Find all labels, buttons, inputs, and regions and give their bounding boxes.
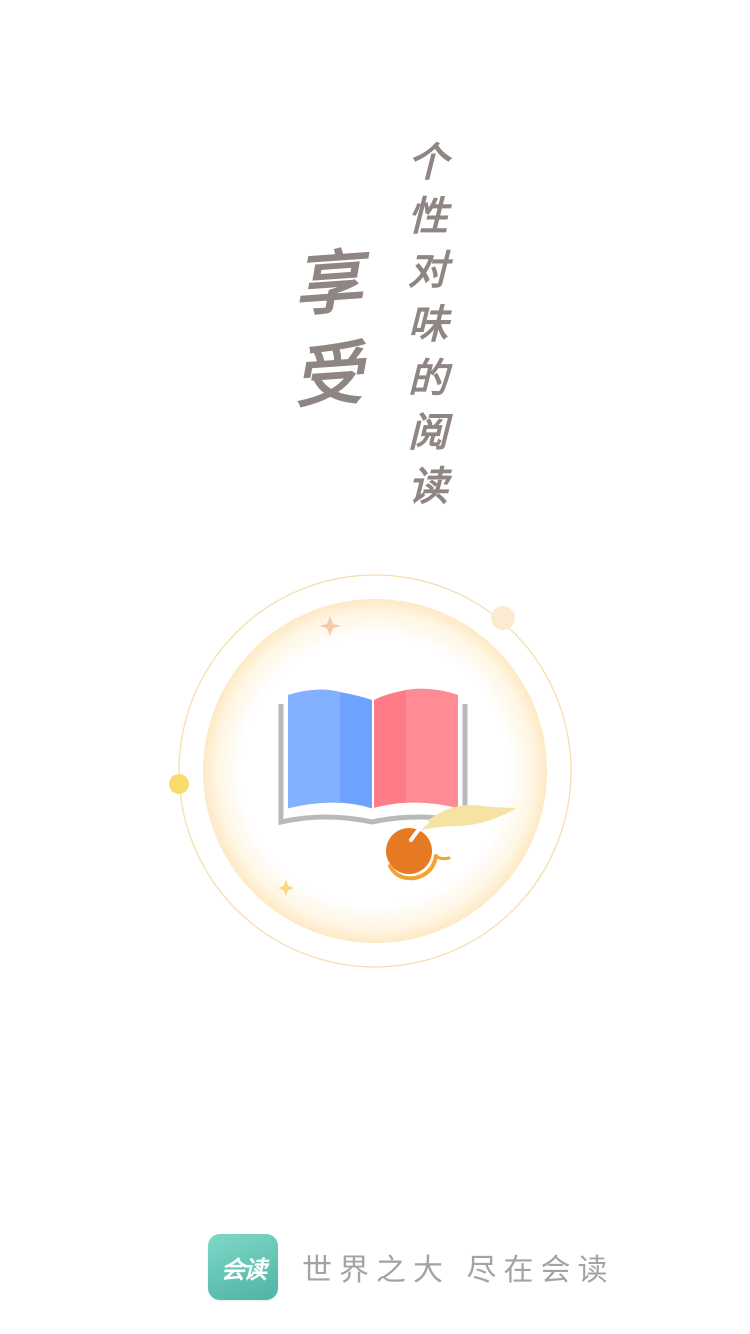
app-logo: 会读 <box>208 1234 278 1300</box>
slogan-char: 对 <box>408 247 448 294</box>
open-book-illustration <box>165 570 585 975</box>
slogan-emphasis-char: 受 <box>291 333 365 419</box>
slogan-char: 阅 <box>408 409 448 456</box>
slogan-vertical-text: 个 性 对 味 的 阅 读 <box>404 136 452 514</box>
cream-dot <box>491 606 515 630</box>
book-left-page-shade <box>288 689 340 810</box>
yellow-dot <box>169 774 189 794</box>
footer-brand: 会读 世界之大 尽在会读 <box>208 1234 615 1300</box>
illustration-svg <box>169 574 572 968</box>
slogan-emphasis: 享 受 <box>291 238 365 422</box>
book-right-page-shade <box>406 688 458 810</box>
app-logo-text: 会读 <box>221 1255 267 1284</box>
slogan-char: 个 <box>408 139 448 186</box>
slogan-char: 性 <box>408 193 448 240</box>
slogan-emphasis-char: 享 <box>291 241 365 327</box>
brand-tagline: 世界之大 尽在会读 <box>302 1253 615 1288</box>
slogan-char: 味 <box>408 301 448 348</box>
slogan-char: 的 <box>408 355 448 402</box>
slogan-char: 读 <box>408 463 448 510</box>
